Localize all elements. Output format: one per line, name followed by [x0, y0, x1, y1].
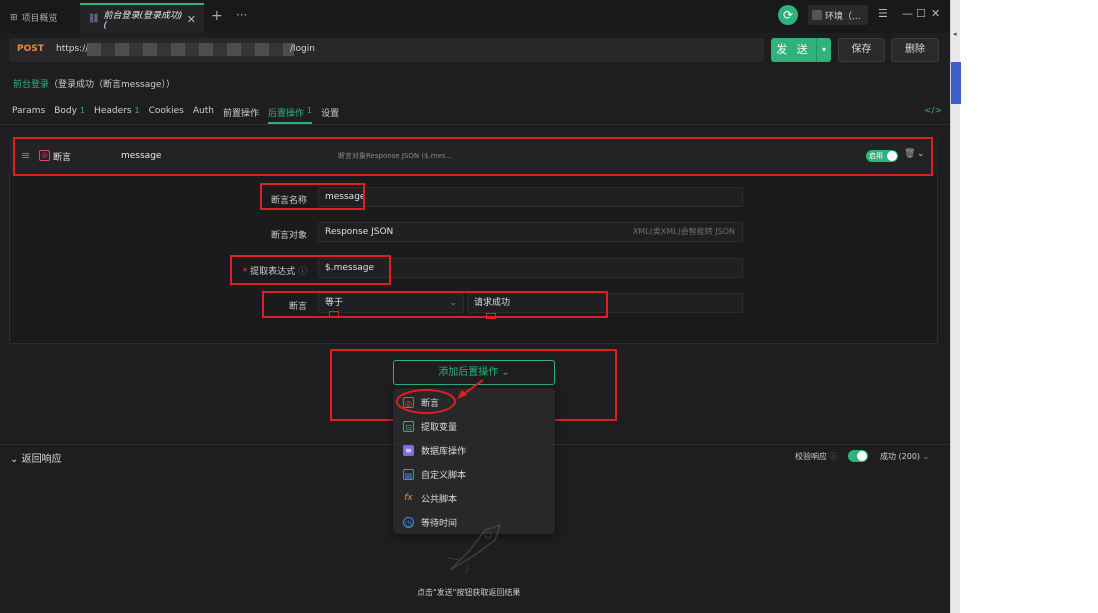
- tab-badge: 1: [134, 106, 140, 115]
- annotation-box: [13, 137, 933, 176]
- response-divider: [0, 444, 950, 445]
- grid-icon: ⊞: [10, 12, 18, 23]
- environment-select[interactable]: 环境（...: [808, 5, 868, 25]
- breadcrumb-name[interactable]: 前台登录: [13, 80, 49, 90]
- tab-pre-actions[interactable]: 前置操作: [223, 106, 259, 124]
- tab-auth[interactable]: Auth: [193, 106, 214, 124]
- verify-response-toggle[interactable]: [848, 450, 868, 462]
- maximize-icon[interactable]: ☐: [916, 7, 926, 20]
- close-icon[interactable]: ✕: [187, 13, 196, 26]
- breadcrumb-rest: （登录成功（断言message））: [49, 80, 175, 90]
- breadcrumb: 前台登录（登录成功（断言message））: [13, 77, 175, 90]
- rocket-illustration: [447, 523, 502, 575]
- annotation-ellipse: [396, 389, 456, 414]
- response-title: 返回响应: [21, 454, 62, 465]
- http-method[interactable]: POST: [17, 44, 44, 54]
- annotation-mark: [486, 313, 496, 319]
- annotation-box: [260, 183, 365, 210]
- code-icon[interactable]: </>: [924, 106, 942, 116]
- menu-item-label: 自定义脚本: [421, 471, 467, 481]
- menu-item-label: 公共脚本: [421, 495, 458, 505]
- environment-label: 环境（...: [825, 11, 861, 22]
- tab-settings[interactable]: 设置: [321, 106, 339, 124]
- assertion-target-select[interactable]: Response JSON XML(类XML)会智能转 JSON: [318, 222, 743, 242]
- url-redacted: [87, 43, 294, 56]
- url-bar[interactable]: POST https:// /login: [9, 38, 764, 62]
- url-prefix: https://: [56, 44, 89, 54]
- menu-item-extract-variable[interactable]: ⊡ 提取变量: [403, 420, 457, 433]
- response-status-select[interactable]: 成功 (200) ⌄: [880, 451, 929, 462]
- more-tabs-button[interactable]: ···: [236, 8, 247, 22]
- minimize-icon[interactable]: —: [902, 7, 913, 20]
- environment-swatch: [812, 10, 822, 20]
- tab-label: Cookies: [148, 106, 184, 116]
- save-button[interactable]: 保存: [838, 38, 885, 62]
- menu-item-database[interactable]: ≡ 数据库操作: [403, 444, 466, 457]
- add-post-action-label: 添加后置操作: [438, 367, 499, 378]
- url-path: /login: [290, 44, 315, 54]
- tab-badge: 1: [79, 106, 86, 115]
- extract-variable-icon: ⊡: [403, 421, 414, 432]
- annotation-mark: [329, 311, 339, 317]
- tab-body[interactable]: Body 1: [54, 106, 85, 124]
- tab-label: Body: [54, 106, 77, 116]
- menu-item-public-script[interactable]: fx 公共脚本: [403, 492, 457, 505]
- background-window-edge: ◂: [950, 0, 961, 613]
- tab-label: Params: [12, 106, 46, 116]
- request-tabs: Params Body 1 Headers 1 Cookies Auth 前置操作 …: [12, 106, 348, 124]
- link-icon: ⛓: [88, 14, 100, 24]
- annotation-arrow: [457, 379, 484, 399]
- toggle-knob: [857, 451, 867, 461]
- background-window-arrow: ◂: [953, 30, 957, 38]
- script-icon: ▤: [403, 469, 414, 480]
- response-header[interactable]: ⌄ 返回响应: [10, 450, 62, 465]
- field-label-target: 断言对象: [270, 231, 307, 241]
- tab-headers[interactable]: Headers 1: [94, 106, 140, 124]
- tab-label: 后置操作: [267, 109, 304, 119]
- window-close-icon[interactable]: ✕: [931, 7, 940, 20]
- status-value: 成功 (200): [880, 452, 921, 461]
- database-icon: ≡: [403, 445, 414, 456]
- tab-params[interactable]: Params: [12, 106, 45, 124]
- send-button[interactable]: 发 送 ▾: [771, 38, 831, 62]
- delete-button[interactable]: 删除: [891, 38, 939, 62]
- tab-label: 设置: [321, 109, 340, 119]
- tab-cookies[interactable]: Cookies: [149, 106, 184, 124]
- menu-item-custom-script[interactable]: ▤ 自定义脚本: [403, 468, 466, 481]
- chevron-down-icon: ⌄: [922, 452, 930, 461]
- tab-label: Headers: [94, 106, 132, 116]
- chevron-down-icon: ⌄: [10, 454, 19, 465]
- chevron-down-icon: ⌄: [501, 367, 510, 378]
- new-tab-button[interactable]: +: [211, 8, 223, 24]
- tab-label: 前置操作: [222, 109, 259, 119]
- tab-label: 项目概览: [21, 14, 58, 24]
- annotation-box: [230, 255, 391, 285]
- response-empty-hint: 点击"发送"按钮获取返回结果: [417, 588, 521, 597]
- tab-badge: 1: [306, 106, 313, 115]
- target-value: Response JSON: [325, 227, 394, 237]
- clock-icon: ◷: [403, 517, 414, 528]
- annotation-box: [262, 291, 608, 318]
- menu-item-label: 数据库操作: [421, 447, 467, 457]
- tab-active-request[interactable]: ⛓ 前台登录(登录成功) ( ✕: [80, 3, 204, 33]
- help-icon[interactable]: ⓘ: [830, 452, 838, 461]
- menu-icon[interactable]: ☰: [878, 7, 888, 20]
- verify-label-text: 校验响应: [795, 452, 827, 461]
- chevron-down-icon[interactable]: ▾: [816, 38, 831, 62]
- sync-icon[interactable]: ⟳: [778, 5, 798, 25]
- assertion-name-input[interactable]: message: [318, 187, 743, 207]
- fx-icon: fx: [404, 493, 413, 503]
- target-hint: XML(类XML)会智能转 JSON: [632, 227, 735, 236]
- divider: [0, 124, 950, 125]
- tab-project-overview[interactable]: ⊞ 项目概览: [10, 11, 58, 25]
- app-window: ⊞ 项目概览 ⛓ 前台登录(登录成功) ( ✕ + ··· ⟳ 环境（... ☰…: [0, 0, 950, 613]
- tab-label: 前台登录(登录成功) (: [103, 10, 183, 31]
- background-window-accent: [951, 62, 961, 104]
- tab-post-actions[interactable]: 后置操作 1: [267, 106, 313, 124]
- tab-label: Auth: [192, 106, 214, 116]
- verify-response-label: 校验响应 ⓘ: [795, 451, 838, 462]
- menu-item-label: 提取变量: [421, 423, 458, 433]
- send-label: 发 送: [776, 43, 811, 56]
